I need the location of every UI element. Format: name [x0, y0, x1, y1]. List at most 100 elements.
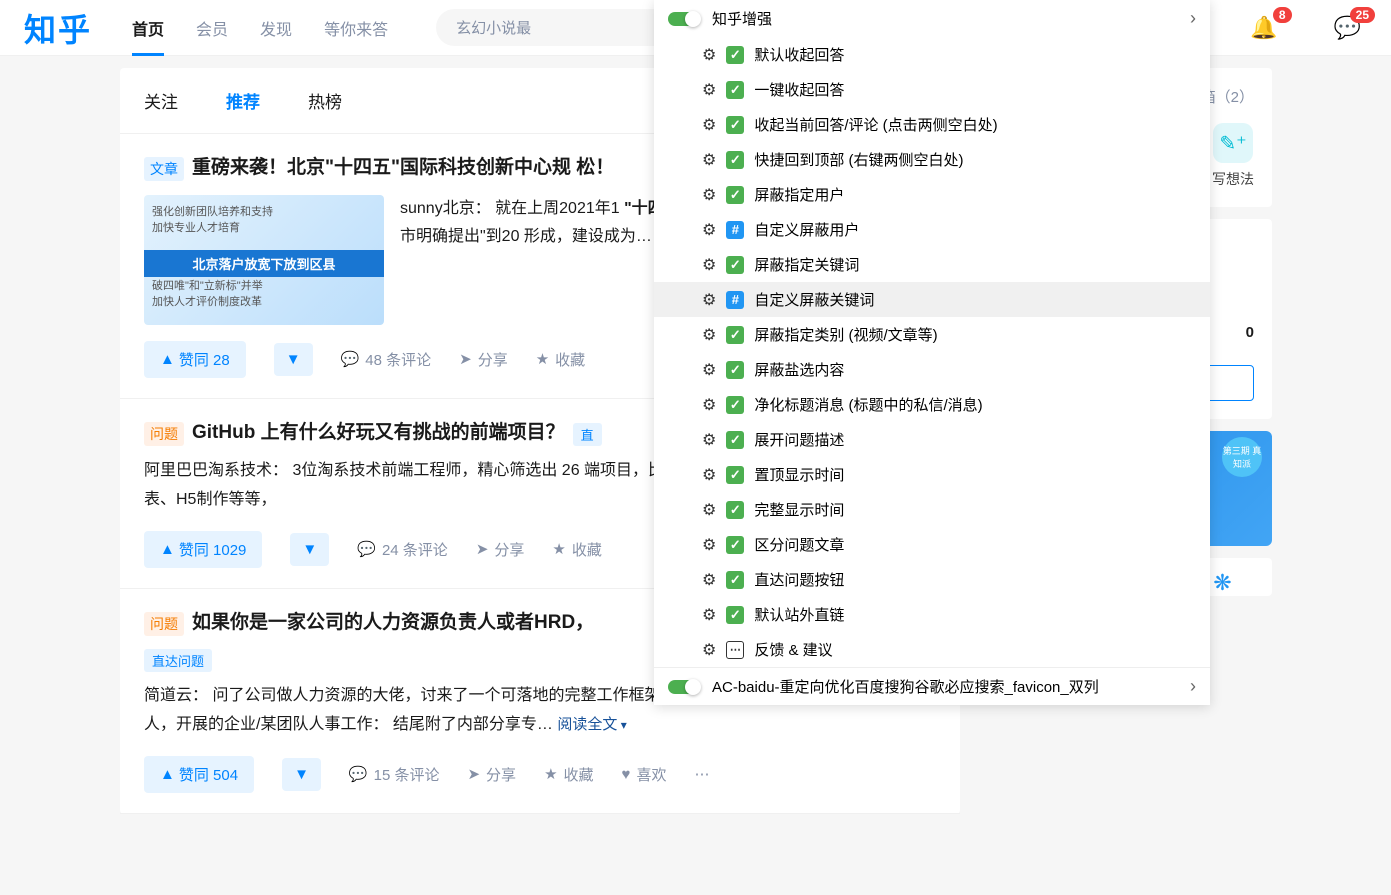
logo[interactable]: 知乎: [24, 5, 92, 51]
checkbox-checked-icon[interactable]: ✓: [726, 571, 744, 589]
gear-icon[interactable]: ⚙: [702, 45, 716, 65]
option-row[interactable]: ⚙✓屏蔽指定类别 (视频/文章等): [654, 317, 1210, 352]
checkbox-checked-icon[interactable]: ✓: [726, 466, 744, 484]
favorite-action[interactable]: ★ 收藏: [544, 764, 593, 785]
checkbox-checked-icon[interactable]: ✓: [726, 606, 744, 624]
checkbox-checked-icon[interactable]: ✓: [726, 46, 744, 64]
direct-badge[interactable]: 直: [573, 423, 602, 446]
gear-icon[interactable]: ⚙: [702, 150, 716, 170]
read-more[interactable]: 阅读全文: [557, 716, 626, 733]
nav-discover[interactable]: 发现: [260, 0, 292, 56]
chat-icon[interactable]: ⋯: [726, 641, 744, 659]
ext-header[interactable]: 知乎增强 ›: [654, 0, 1210, 37]
chevron-right-icon[interactable]: ›: [1190, 8, 1196, 29]
hash-icon[interactable]: #: [726, 291, 744, 309]
post-title[interactable]: 重磅来袭！北京"十四五"国际科技创新中心规 松！: [192, 154, 614, 183]
option-row[interactable]: ⚙ ✓ 默认收起回答: [654, 37, 1210, 72]
gear-icon[interactable]: ⚙: [702, 115, 716, 135]
share-action[interactable]: ➤ 分享: [476, 539, 525, 560]
direct-badge[interactable]: 直达问题: [144, 649, 212, 672]
option-row[interactable]: ⚙✓置顶显示时间: [654, 457, 1210, 492]
share-action[interactable]: ➤ 分享: [467, 764, 516, 785]
option-label: 默认收起回答: [754, 44, 844, 65]
nav-home[interactable]: 首页: [132, 0, 164, 56]
notification-bell-icon[interactable]: 🔔8: [1250, 15, 1277, 41]
favorite-action[interactable]: ★ 收藏: [536, 349, 585, 370]
downvote-button[interactable]: ▼: [290, 533, 329, 566]
checkbox-checked-icon[interactable]: ✓: [726, 151, 744, 169]
gear-icon[interactable]: ⚙: [702, 360, 716, 380]
option-row[interactable]: ⚙✓默认站外直链: [654, 597, 1210, 632]
checkbox-checked-icon[interactable]: ✓: [726, 326, 744, 344]
option-row[interactable]: ⚙✓屏蔽指定关键词: [654, 247, 1210, 282]
checkbox-checked-icon[interactable]: ✓: [726, 81, 744, 99]
favorite-action[interactable]: ★ 收藏: [552, 539, 601, 560]
tab-hot[interactable]: 热榜: [308, 88, 342, 113]
gear-icon[interactable]: ⚙: [702, 185, 716, 205]
gear-icon[interactable]: ⚙: [702, 220, 716, 240]
thumbnail[interactable]: 强化创新团队培养和支持 加快专业人才培育 北京落户放宽下放到区县 破四唯"和"立…: [144, 195, 384, 325]
nav-answer[interactable]: 等你来答: [324, 0, 388, 56]
gear-icon[interactable]: ⚙: [702, 80, 716, 100]
hash-icon[interactable]: #: [726, 221, 744, 239]
checkbox-checked-icon[interactable]: ✓: [726, 396, 744, 414]
option-row[interactable]: ⚙✓屏蔽盐选内容: [654, 352, 1210, 387]
downvote-button[interactable]: ▼: [282, 758, 321, 791]
gear-icon[interactable]: ⚙: [702, 290, 716, 310]
upvote-button[interactable]: ▲ 赞同 504: [144, 756, 254, 793]
gear-icon[interactable]: ⚙: [702, 500, 716, 520]
checkbox-checked-icon[interactable]: ✓: [726, 116, 744, 134]
more-icon[interactable]: ⋯: [694, 765, 709, 783]
nav-vip[interactable]: 会员: [196, 0, 228, 56]
toggle-on-icon[interactable]: [668, 680, 700, 694]
option-row[interactable]: ⚙✓区分问题文章: [654, 527, 1210, 562]
option-row[interactable]: ⚙✓直达问题按钮: [654, 562, 1210, 597]
comment-action[interactable]: 💬 15 条评论: [349, 764, 440, 785]
checkbox-checked-icon[interactable]: ✓: [726, 361, 744, 379]
checkbox-checked-icon[interactable]: ✓: [726, 536, 744, 554]
option-row[interactable]: ⚙✓屏蔽指定用户: [654, 177, 1210, 212]
upvote-button[interactable]: ▲ 赞同 28: [144, 341, 246, 378]
gear-icon[interactable]: ⚙: [702, 430, 716, 450]
extension-panel: 知乎增强 › ⚙✓默认收起回答⚙✓一键收起回答⚙✓收起当前回答/评论 (点击两侧…: [654, 0, 1210, 705]
option-row[interactable]: ⚙✓净化标题消息 (标题中的私信/消息): [654, 387, 1210, 422]
gear-icon[interactable]: ⚙: [702, 255, 716, 275]
post-title[interactable]: GitHub 上有什么好玩又有挑战的前端项目？: [192, 419, 565, 448]
checkbox-checked-icon[interactable]: ✓: [726, 431, 744, 449]
chevron-right-icon[interactable]: ›: [1190, 676, 1196, 697]
toggle-on-icon[interactable]: [668, 12, 700, 26]
option-row[interactable]: ⚙✓快捷回到顶部 (右键两侧空白处): [654, 142, 1210, 177]
share-action[interactable]: ➤ 分享: [459, 349, 508, 370]
create-item[interactable]: ✎⁺ 写想法: [1212, 123, 1254, 189]
downvote-button[interactable]: ▼: [274, 343, 313, 376]
gear-icon[interactable]: ⚙: [702, 640, 716, 660]
upvote-button[interactable]: ▲ 赞同 1029: [144, 531, 262, 568]
checkbox-checked-icon[interactable]: ✓: [726, 186, 744, 204]
tab-follow[interactable]: 关注: [144, 88, 178, 113]
gear-icon[interactable]: ⚙: [702, 535, 716, 555]
checkbox-checked-icon[interactable]: ✓: [726, 256, 744, 274]
comment-action[interactable]: 💬 24 条评论: [357, 539, 448, 560]
fan-icon[interactable]: ❋: [1213, 570, 1231, 596]
option-row[interactable]: ⚙✓展开问题描述: [654, 422, 1210, 457]
ext-footer[interactable]: AC-baidu-重定向优化百度搜狗谷歌必应搜索_favicon_双列 ›: [654, 667, 1210, 705]
option-row[interactable]: ⚙⋯反馈 & 建议: [654, 632, 1210, 667]
gear-icon[interactable]: ⚙: [702, 395, 716, 415]
like-action[interactable]: ♥ 喜欢: [622, 764, 667, 785]
gear-icon[interactable]: ⚙: [702, 570, 716, 590]
checkbox-checked-icon[interactable]: ✓: [726, 501, 744, 519]
post-title[interactable]: 如果你是一家公司的人力资源负责人或者HRD，: [192, 609, 594, 638]
option-row[interactable]: ⚙✓完整显示时间: [654, 492, 1210, 527]
option-row[interactable]: ⚙✓收起当前回答/评论 (点击两侧空白处): [654, 107, 1210, 142]
gear-icon[interactable]: ⚙: [702, 605, 716, 625]
option-row[interactable]: ⚙✓一键收起回答: [654, 72, 1210, 107]
option-label: 自定义屏蔽用户: [754, 219, 859, 240]
thumb-text: 加快人才评价制度改革: [152, 293, 376, 309]
message-bell-icon[interactable]: 💬25: [1334, 15, 1361, 41]
gear-icon[interactable]: ⚙: [702, 465, 716, 485]
gear-icon[interactable]: ⚙: [702, 325, 716, 345]
option-row[interactable]: ⚙ # 自定义屏蔽用户: [654, 212, 1210, 247]
comment-action[interactable]: 💬 48 条评论: [341, 349, 432, 370]
option-row[interactable]: ⚙#自定义屏蔽关键词: [654, 282, 1210, 317]
tab-recommend[interactable]: 推荐: [226, 88, 260, 113]
